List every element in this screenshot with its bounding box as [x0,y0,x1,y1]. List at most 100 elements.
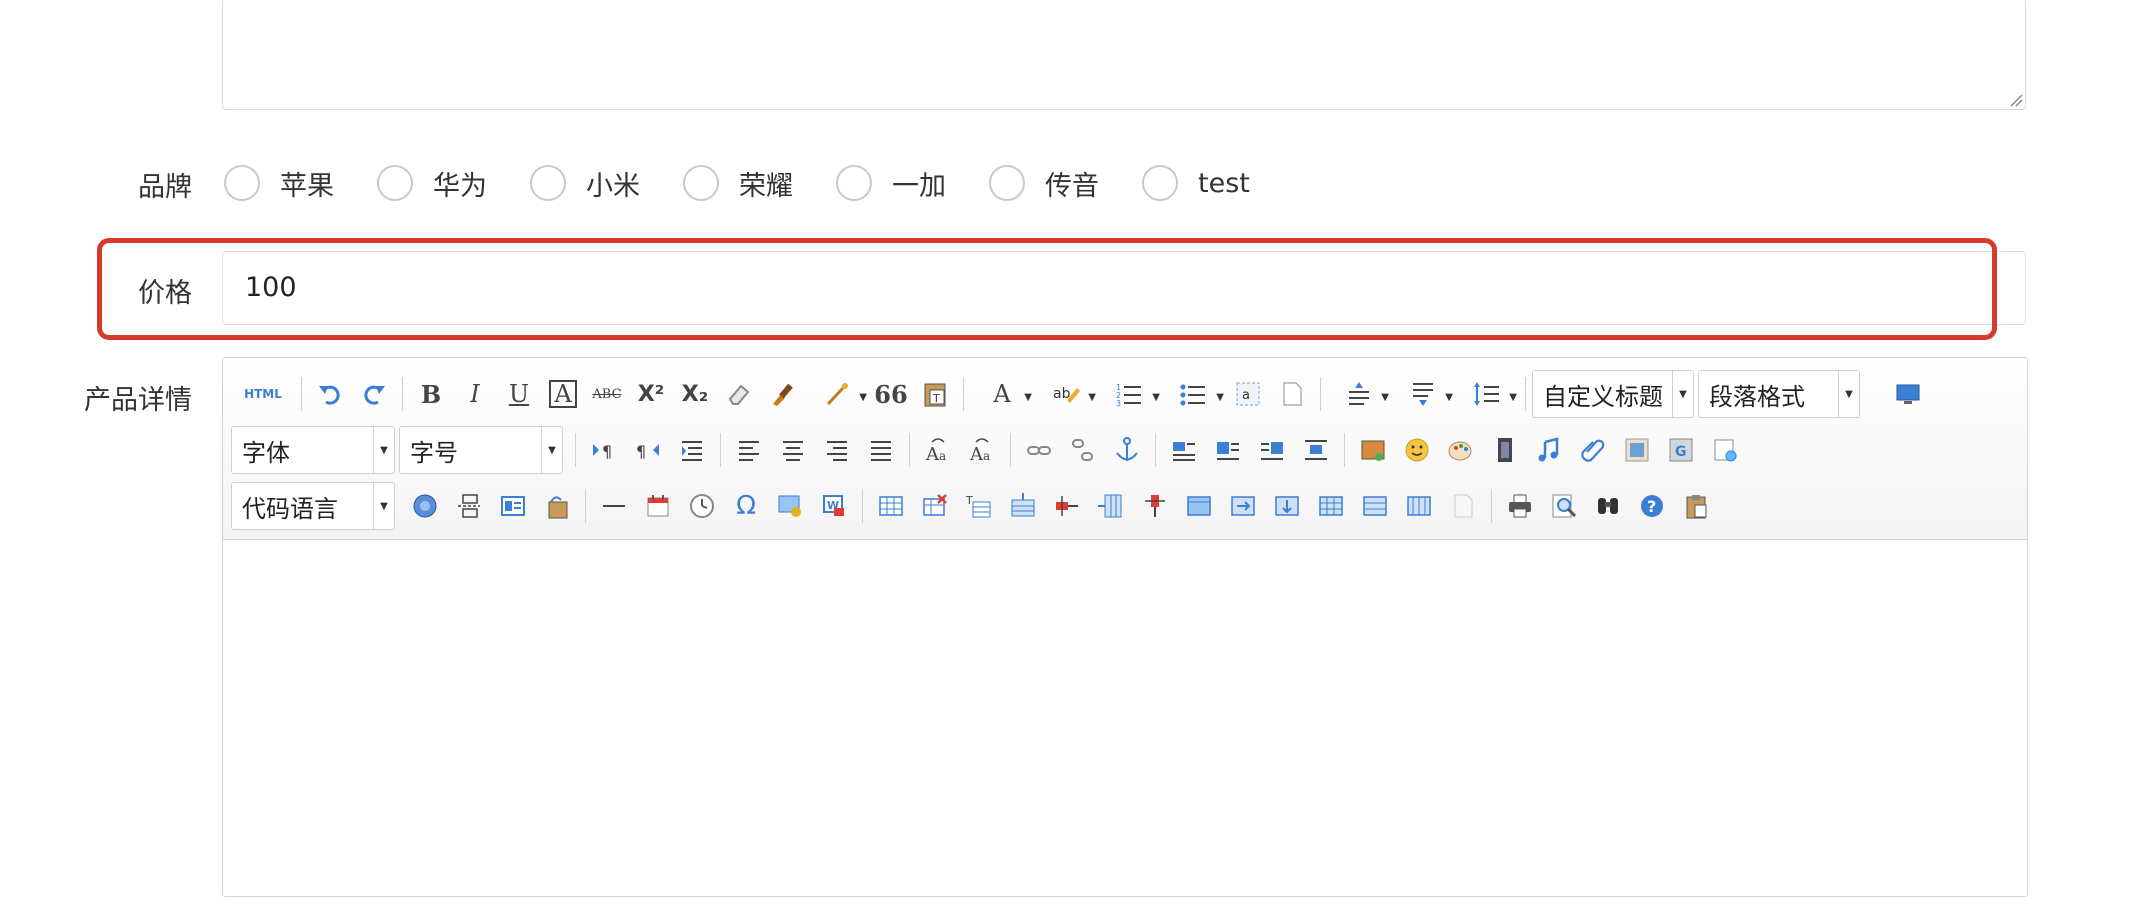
brand-option-transsion[interactable]: 传音 [989,164,1099,203]
line-height-button[interactable]: ▼ [1455,372,1519,416]
help-button[interactable]: ? [1630,484,1674,528]
radio-icon[interactable] [530,165,566,201]
radio-icon[interactable] [836,165,872,201]
redo-button[interactable] [352,372,396,416]
background-color-button[interactable]: ab ▼ [1034,372,1098,416]
horizontal-rule-button[interactable] [592,484,636,528]
radio-icon[interactable] [683,165,719,201]
wordimage-button[interactable] [535,484,579,528]
word-image-button[interactable]: W [812,484,856,528]
brand-option-apple[interactable]: 苹果 [224,164,334,203]
split-to-cols-button[interactable] [1397,484,1441,528]
background-button[interactable] [1703,428,1747,472]
to-lowercase-button[interactable]: Aa [960,428,1004,472]
image-none-button[interactable] [1162,428,1206,472]
editor-content-area[interactable] [223,540,2027,896]
image-center-button[interactable] [1294,428,1338,472]
insert-video-button[interactable] [1483,428,1527,472]
custom-title-select[interactable]: 自定义标题 ▼ [1532,370,1694,418]
eraser-button[interactable] [717,372,761,416]
font-color-button[interactable]: A ▼ [970,372,1034,416]
paste-plain-button[interactable]: T [913,372,957,416]
code-language-select[interactable]: 代码语言 ▼ [231,482,395,530]
scrawl-button[interactable] [1439,428,1483,472]
insert-paragraph-before-table-button[interactable]: T [957,484,1001,528]
page-break-button[interactable] [447,484,491,528]
insert-frame-button[interactable] [1615,428,1659,472]
split-to-cells-button[interactable] [1309,484,1353,528]
preview-button[interactable] [1542,484,1586,528]
radio-icon[interactable] [1142,165,1178,201]
charts-button[interactable] [1441,484,1485,528]
split-to-rows-button[interactable] [1353,484,1397,528]
undo-button[interactable] [308,372,352,416]
brand-option-test[interactable]: test [1142,165,1250,201]
align-left-button[interactable] [727,428,771,472]
anchor-button[interactable] [1105,428,1149,472]
radio-icon[interactable] [224,165,260,201]
price-input[interactable]: 100 [222,251,2026,325]
brand-option-oneplus[interactable]: 一加 [836,164,946,203]
row-spacing-top-button[interactable]: ▼ [1327,372,1391,416]
merge-right-button[interactable] [1221,484,1265,528]
indent-button[interactable] [670,428,714,472]
music-button[interactable] [1527,428,1571,472]
insert-date-button[interactable] [636,484,680,528]
ordered-list-button[interactable]: 1 2 3 ▼ [1098,372,1162,416]
fullscreen-button[interactable] [1886,372,1930,416]
align-center-button[interactable] [771,428,815,472]
strikethrough-button[interactable]: ABC [585,372,629,416]
insert-code-button[interactable] [403,484,447,528]
delete-column-button[interactable] [1133,484,1177,528]
html-source-button[interactable]: HTML [231,372,295,416]
special-chars-button[interactable]: Ω [724,484,768,528]
insert-image-button[interactable] [1351,428,1395,472]
bold-button[interactable]: B [409,372,453,416]
merge-down-button[interactable] [1265,484,1309,528]
attachment-button[interactable] [1571,428,1615,472]
font-family-select[interactable]: 字体 ▼ [231,426,395,474]
description-textarea[interactable] [222,0,2026,110]
paragraph-format-select[interactable]: 段落格式 ▼ [1698,370,1860,418]
subscript-button[interactable]: X₂ [673,372,717,416]
select-all-button[interactable]: a [1226,372,1270,416]
row-spacing-bottom-button[interactable]: ▼ [1391,372,1455,416]
italic-button[interactable]: I [453,372,497,416]
direction-rtl-button[interactable]: ¶ [626,428,670,472]
blockquote-button[interactable]: 66 [869,372,913,416]
insert-table-button[interactable] [869,484,913,528]
image-left-button[interactable] [1206,428,1250,472]
template-button[interactable] [491,484,535,528]
align-justify-button[interactable] [859,428,903,472]
superscript-button[interactable]: X² [629,372,673,416]
brand-option-xiaomi[interactable]: 小米 [530,164,640,203]
to-uppercase-button[interactable]: Aa [916,428,960,472]
google-map-button[interactable]: G [1659,428,1703,472]
font-size-select[interactable]: 字号 ▼ [399,426,563,474]
align-right-button[interactable] [815,428,859,472]
snapscreen-button[interactable] [768,484,812,528]
print-button[interactable] [1498,484,1542,528]
underline-button[interactable]: U [497,372,541,416]
unordered-list-button[interactable]: ▼ [1162,372,1226,416]
unlink-button[interactable] [1061,428,1105,472]
link-button[interactable] [1017,428,1061,472]
fontborder-button[interactable]: A [541,372,585,416]
emotion-button[interactable] [1395,428,1439,472]
auto-format-button[interactable]: ▼ [805,372,869,416]
insert-row-button[interactable] [1001,484,1045,528]
delete-table-button[interactable] [913,484,957,528]
search-replace-button[interactable] [1586,484,1630,528]
resize-grip-icon[interactable] [2009,93,2023,107]
merge-cells-button[interactable] [1177,484,1221,528]
delete-row-button[interactable] [1045,484,1089,528]
brand-option-honor[interactable]: 荣耀 [683,164,793,203]
radio-icon[interactable] [989,165,1025,201]
format-brush-button[interactable] [761,372,805,416]
brand-option-huawei[interactable]: 华为 [377,164,487,203]
insert-time-button[interactable] [680,484,724,528]
image-right-button[interactable] [1250,428,1294,472]
direction-ltr-button[interactable]: ¶ [582,428,626,472]
drafts-button[interactable] [1674,484,1718,528]
radio-icon[interactable] [377,165,413,201]
